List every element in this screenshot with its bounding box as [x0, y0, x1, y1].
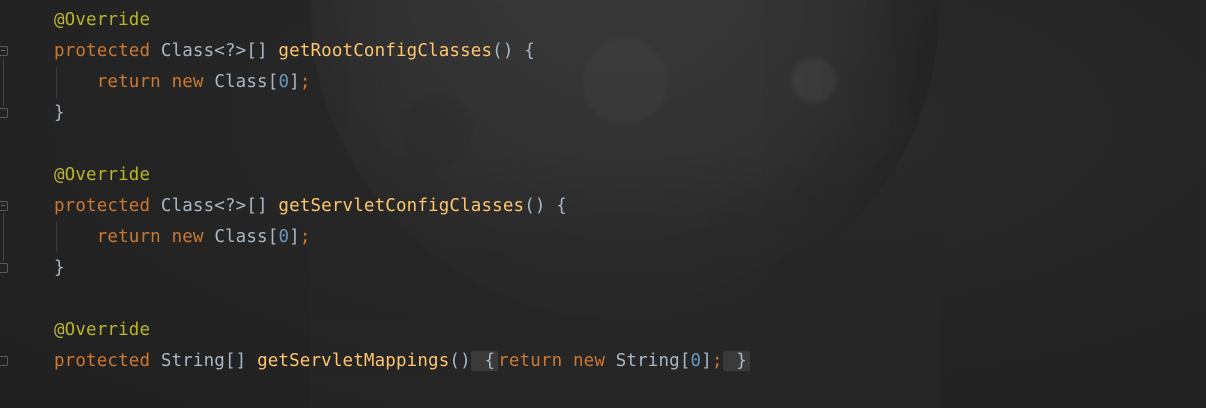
array-size: 0 — [278, 72, 290, 92]
folded-close-brace[interactable]: } — [722, 351, 750, 371]
method-name: getServletConfigClasses — [278, 196, 525, 216]
code-line: return new Class[0]; — [54, 222, 311, 253]
body-type: Class[ — [214, 227, 279, 247]
code-line: } — [54, 253, 65, 284]
fold-collapse-icon[interactable] — [0, 46, 8, 56]
modifier-keyword: protected — [54, 41, 151, 61]
return-type: Class<?>[] — [160, 196, 268, 216]
open-brace: { — [524, 41, 535, 61]
new-keyword: new — [572, 351, 606, 371]
return-keyword: return — [96, 72, 161, 92]
params: () — [524, 196, 546, 216]
code-editor[interactable]: @Override protected Class<?>[] getRootCo… — [0, 0, 1206, 408]
folded-open-brace[interactable]: { — [470, 351, 499, 371]
return-keyword: return — [96, 227, 161, 247]
fold-gutter — [0, 0, 10, 408]
semicolon: ; — [299, 72, 311, 92]
code-line: @Override — [54, 5, 150, 36]
return-type: Class<?>[] — [160, 41, 268, 61]
params: () — [492, 41, 514, 61]
semicolon: ; — [711, 351, 723, 371]
modifier-keyword: protected — [54, 351, 151, 371]
fold-end-icon[interactable] — [0, 108, 8, 118]
method-name: getRootConfigClasses — [278, 41, 493, 61]
body-type: Class[ — [214, 72, 279, 92]
code-line: } — [54, 98, 65, 129]
new-keyword: new — [171, 72, 204, 92]
code-line: protected Class<?>[] getServletConfigCla… — [54, 191, 567, 222]
new-keyword: new — [171, 227, 204, 247]
code-line: @Override — [54, 160, 150, 191]
array-size: 0 — [690, 351, 702, 371]
code-line: protected Class<?>[] getRootConfigClasse… — [54, 36, 535, 67]
code-line: protected String[] getServletMappings() … — [54, 346, 750, 377]
body-type: String[ — [615, 351, 691, 371]
code-line: return new Class[0]; — [54, 67, 311, 98]
return-keyword: return — [498, 351, 563, 371]
return-type: String[] — [160, 351, 247, 371]
close-bracket: ] — [289, 72, 300, 92]
close-brace: } — [54, 103, 65, 123]
annotation: @Override — [54, 165, 151, 185]
semicolon: ; — [299, 227, 311, 247]
annotation: @Override — [54, 320, 151, 340]
params: () — [449, 351, 471, 371]
close-bracket: ] — [289, 227, 300, 247]
open-brace: { — [556, 196, 567, 216]
annotation: @Override — [54, 10, 151, 30]
fold-expand-icon[interactable] — [0, 356, 8, 366]
close-bracket: ] — [701, 351, 712, 371]
method-name: getServletMappings — [257, 351, 450, 371]
modifier-keyword: protected — [54, 196, 151, 216]
fold-end-icon[interactable] — [0, 263, 8, 273]
close-brace: } — [54, 258, 65, 278]
code-line: @Override — [54, 315, 150, 346]
fold-collapse-icon[interactable] — [0, 201, 8, 211]
array-size: 0 — [278, 227, 290, 247]
